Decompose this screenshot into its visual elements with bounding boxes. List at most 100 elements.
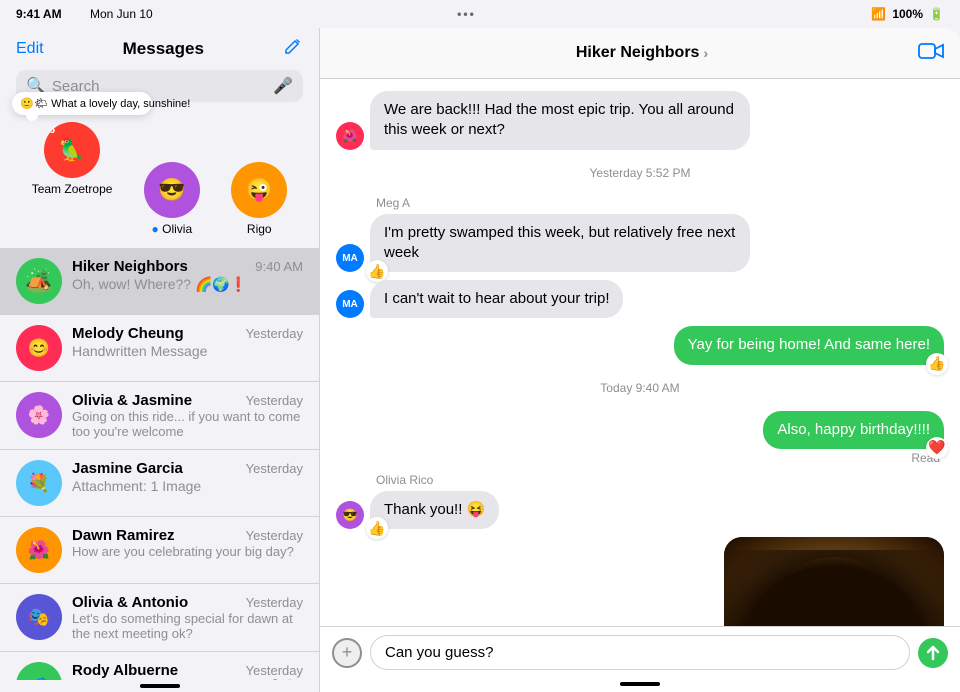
- conversation-list: 🏕️ Hiker Neighbors 9:40 AM Oh, wow! Wher…: [0, 248, 319, 680]
- conv-item-melody[interactable]: 😊 Melody Cheung Yesterday Handwritten Me…: [0, 315, 319, 382]
- status-time: 9:41 AM: [16, 7, 62, 21]
- msg-wrapper-7: [724, 537, 944, 626]
- conv-time-rody: Yesterday: [246, 663, 303, 678]
- conv-name-dawn: Dawn Ramirez: [72, 527, 175, 544]
- conv-item-dawn[interactable]: 🌺 Dawn Ramirez Yesterday How are you cel…: [0, 517, 319, 584]
- conv-preview-olivia-jasmine: Going on this ride... if you want to com…: [72, 409, 303, 439]
- home-indicator-chat: [620, 682, 660, 686]
- status-dots: •••: [457, 7, 476, 21]
- battery-icon: 🔋: [929, 7, 944, 21]
- conv-name-hiker: Hiker Neighbors: [72, 258, 188, 275]
- pinned-avatar-olivia: 😎: [144, 162, 200, 218]
- conv-preview-jasmine: Attachment: 1 Image: [72, 478, 303, 494]
- pinned-item-team-zoetrope[interactable]: 🦜 6 🙂🌤 What a lovely day, sunshine! Team…: [32, 122, 113, 236]
- pinned-contacts-row: 🦜 6 🙂🌤 What a lovely day, sunshine! Team…: [0, 114, 319, 248]
- pinned-name-team: Team Zoetrope: [32, 182, 113, 196]
- conv-content-jasmine: Jasmine Garcia Yesterday Attachment: 1 I…: [72, 460, 303, 494]
- conv-time-olivia-jasmine: Yesterday: [246, 393, 303, 408]
- msg-row-7: [336, 537, 944, 626]
- conv-preview-dawn: How are you celebrating your big day?: [72, 544, 303, 559]
- sidebar: Edit Messages 🔍 🎤 🦜: [0, 28, 320, 692]
- msg-avatar-1: 🌺: [336, 122, 364, 150]
- bubble-1-text: We are back!!! Had the most epic trip. Y…: [384, 101, 734, 138]
- conv-time-olivia-antonio: Yesterday: [246, 595, 303, 610]
- msg-avatar-2: MA: [336, 244, 364, 272]
- conv-item-olivia-antonio[interactable]: 🎭 Olivia & Antonio Yesterday Let's do so…: [0, 584, 319, 652]
- conv-avatar-dawn: 🌺: [16, 527, 62, 573]
- chat-header: Hiker Neighbors ›: [320, 28, 960, 79]
- bubble-5-text: Also, happy birthday!!!!: [777, 421, 930, 438]
- message-input[interactable]: [370, 635, 910, 670]
- rigo-avatar-emoji: 😜: [246, 177, 273, 203]
- msg-avatar-3: MA: [336, 290, 364, 318]
- image-bubble-7: [724, 537, 944, 626]
- send-button[interactable]: [918, 638, 948, 668]
- conv-content-rody: Rody Albuerne Yesterday Do you wanna joi…: [72, 662, 303, 680]
- conv-time-dawn: Yesterday: [246, 528, 303, 543]
- conv-content-olivia-jasmine: Olivia & Jasmine Yesterday Going on this…: [72, 392, 303, 439]
- msg-avatar-6: 😎: [336, 501, 364, 529]
- bubble-3: I can't wait to hear about your trip!: [370, 280, 623, 318]
- compose-button[interactable]: [283, 36, 303, 62]
- reaction-bubble-2: 👍: [366, 260, 388, 282]
- conv-preview-melody: Handwritten Message: [72, 343, 303, 359]
- battery-text: 100%: [892, 7, 923, 21]
- chat-title-text: Hiker Neighbors: [576, 44, 700, 62]
- conv-preview-olivia-antonio: Let's do something special for dawn at t…: [72, 611, 303, 641]
- video-icon: [918, 40, 944, 65]
- bubble-6: Thank you!! 😝 👍: [370, 491, 499, 529]
- msg-sender-6: Olivia Rico: [376, 473, 433, 487]
- pinned-item-olivia[interactable]: 😎 ● Olivia: [144, 162, 200, 236]
- wifi-icon: 📶: [871, 7, 886, 21]
- msg-wrapper-6: 😎 Thank you!! 😝 👍: [336, 491, 499, 529]
- plus-button[interactable]: +: [332, 638, 362, 668]
- conv-item-jasmine[interactable]: 💐 Jasmine Garcia Yesterday Attachment: 1…: [0, 450, 319, 517]
- conv-name-melody: Melody Cheung: [72, 325, 184, 342]
- pinned-item-rigo[interactable]: 😜 Rigo: [231, 162, 287, 236]
- msg-row-1: 🌺 We are back!!! Had the most epic trip.…: [336, 91, 944, 150]
- conv-time-melody: Yesterday: [246, 326, 303, 341]
- conv-item-hiker-neighbors[interactable]: 🏕️ Hiker Neighbors 9:40 AM Oh, wow! Wher…: [0, 248, 319, 315]
- input-bar: +: [320, 626, 960, 678]
- bubble-3-text: I can't wait to hear about your trip!: [384, 290, 609, 307]
- video-call-button[interactable]: [918, 40, 944, 66]
- msg-row-4: Yay for being home! And same here! 👍: [336, 326, 944, 364]
- conv-name-olivia-antonio: Olivia & Antonio: [72, 594, 188, 611]
- conv-item-rody[interactable]: 🧢 Rody Albuerne Yesterday Do you wanna j…: [0, 652, 319, 680]
- image-face: [724, 537, 944, 626]
- chat-area: Hiker Neighbors › 🌺 We are back: [320, 28, 960, 692]
- pinned-avatar-team-zoetrope: 🦜 6: [44, 122, 100, 178]
- bubble-2: I'm pretty swamped this week, but relati…: [370, 214, 750, 273]
- pinned-avatar-rigo: 😜: [231, 162, 287, 218]
- conv-avatar-jasmine: 💐: [16, 460, 62, 506]
- send-arrow-icon: [925, 645, 941, 661]
- chat-title[interactable]: Hiker Neighbors ›: [576, 44, 708, 62]
- bubble-6-text: Thank you!! 😝: [384, 501, 485, 518]
- msg-wrapper-3: MA I can't wait to hear about your trip!: [336, 280, 623, 318]
- compose-icon: [283, 36, 303, 56]
- msg-row-3: MA I can't wait to hear about your trip!: [336, 280, 944, 318]
- olivia-avatar-emoji: 😎: [158, 177, 185, 203]
- bubble-preview-team: 🙂🌤 What a lovely day, sunshine!: [12, 92, 152, 115]
- chat-messages: 🌺 We are back!!! Had the most epic trip.…: [320, 79, 960, 626]
- msg-wrapper-2: MA I'm pretty swamped this week, but rel…: [336, 214, 750, 273]
- timestamp-2: Today 9:40 AM: [336, 381, 944, 395]
- team-avatar-emoji: 🦜: [58, 137, 85, 163]
- msg-sender-2: Meg A: [376, 196, 410, 210]
- pinned-name-rigo: Rigo: [247, 222, 272, 236]
- status-date: Mon Jun 10: [90, 7, 153, 21]
- conv-item-olivia-jasmine[interactable]: 🌸 Olivia & Jasmine Yesterday Going on th…: [0, 382, 319, 450]
- msg-row-5: Also, happy birthday!!!! ❤️ Read: [336, 411, 944, 465]
- edit-button[interactable]: Edit: [16, 40, 44, 58]
- conv-avatar-melody: 😊: [16, 325, 62, 371]
- reaction-bubble-6: 👍: [366, 517, 388, 539]
- conv-name-olivia-jasmine: Olivia & Jasmine: [72, 392, 192, 409]
- conv-avatar-olivia-jasmine: 🌸: [16, 392, 62, 438]
- status-icons: 📶 100% 🔋: [871, 7, 944, 21]
- bubble-1: We are back!!! Had the most epic trip. Y…: [370, 91, 750, 150]
- reaction-bubble-4: 👍: [926, 353, 948, 375]
- msg-row-6: Olivia Rico 😎 Thank you!! 😝 👍: [336, 473, 944, 529]
- msg-wrapper-4: Yay for being home! And same here! 👍: [674, 326, 944, 364]
- chevron-right-icon: ›: [703, 45, 708, 61]
- reaction-bubble-5: ❤️: [926, 437, 948, 459]
